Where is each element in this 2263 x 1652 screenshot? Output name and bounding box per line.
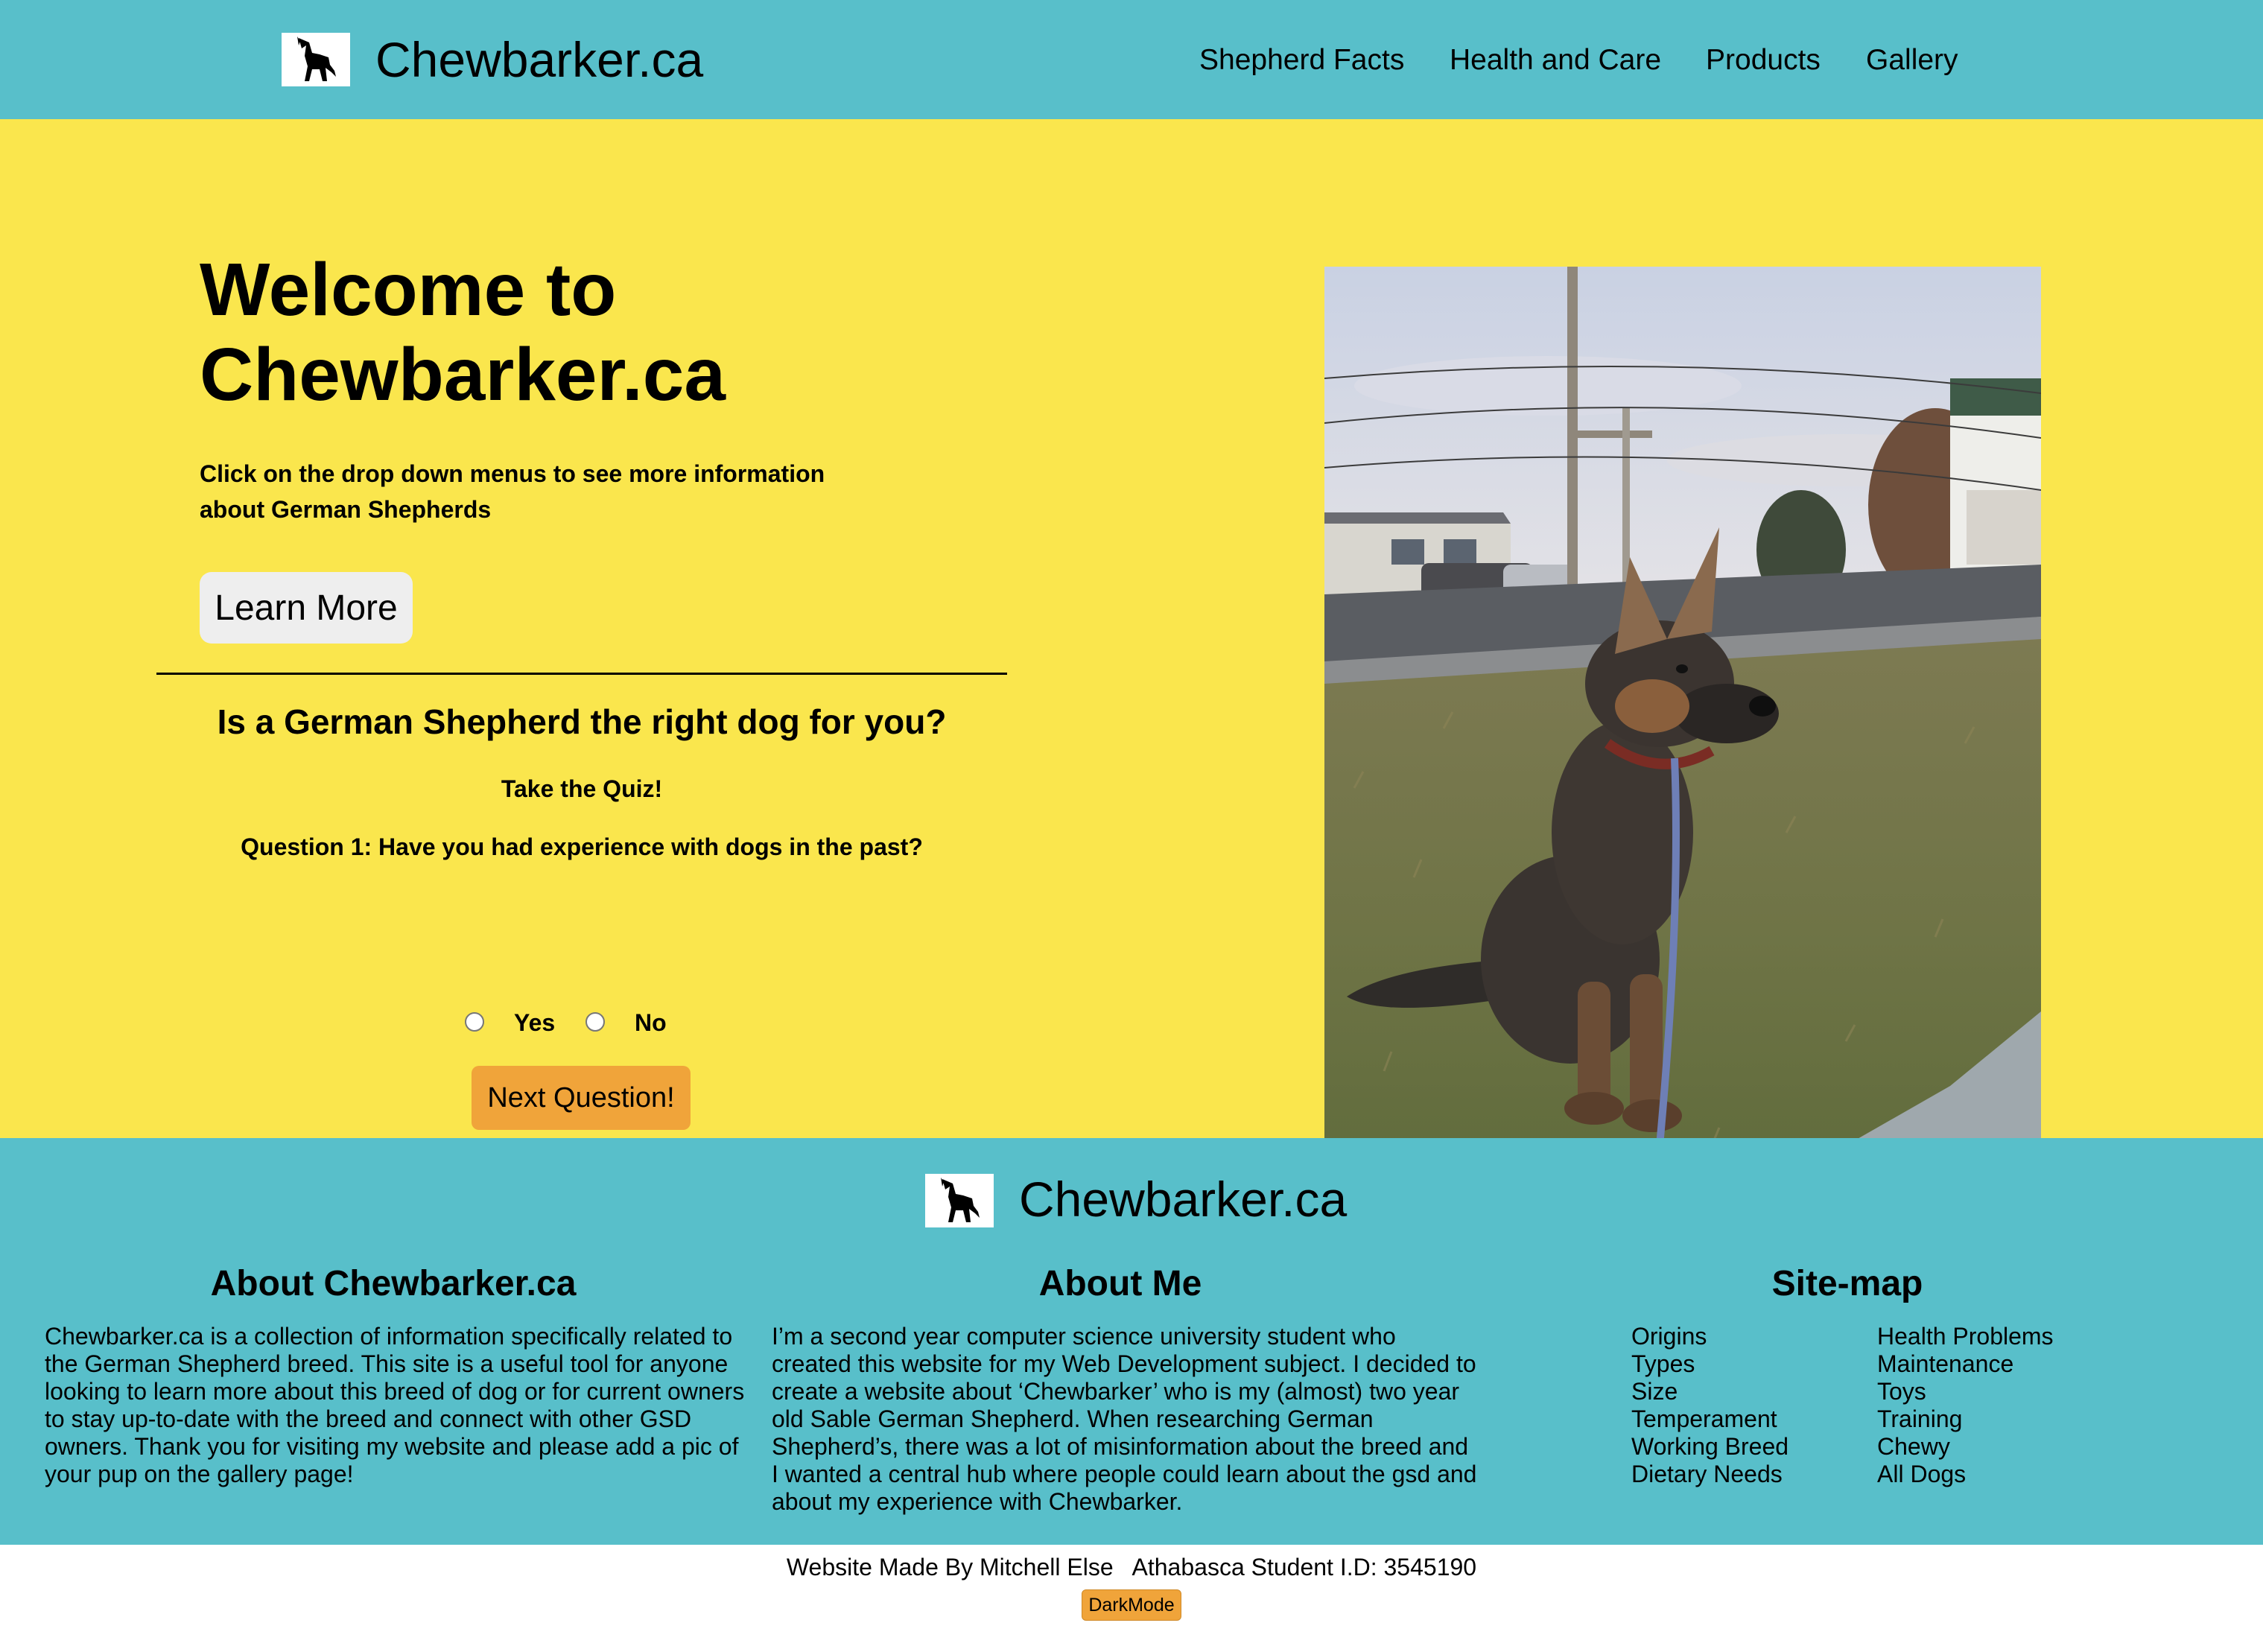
german-shepherd-silhouette-icon [297,36,336,81]
sitemap-link-size[interactable]: Size [1631,1378,1855,1405]
sitemap-link-chewy[interactable]: Chewy [1877,1433,2145,1461]
hero-section: Welcome to Chewbarker.ca Click on the dr… [0,119,2263,1221]
site-header: Chewbarker.ca Shepherd Facts Health and … [0,0,2263,119]
header-brand[interactable]: Chewbarker.ca [375,27,703,92]
quiz-title: Is a German Shepherd the right dog for y… [217,702,947,741]
learn-more-button[interactable]: Learn More [200,572,413,644]
footer-brand[interactable]: Chewbarker.ca [1019,1166,1347,1232]
quiz-radio-yes[interactable] [465,1012,484,1032]
site-credit: Website Made By Mitchell Else Athabasca … [786,1554,1477,1580]
sitemap-left-list: Origins Types Size Temperament Working B… [1631,1323,1855,1488]
quiz-label-no: No [635,1009,667,1036]
sitemap-heading: Site-map [1771,1264,1923,1303]
hero-subtitle: Click on the drop down menus to see more… [200,460,825,523]
about-me-text: I’m a second year computer science unive… [772,1323,1477,1515]
sitemap-link-working-breed[interactable]: Working Breed [1631,1433,1855,1461]
about-site-text: Chewbarker.ca is a collection of informa… [45,1323,745,1487]
sitemap-link-toys[interactable]: Toys [1877,1378,2145,1405]
sitemap-link-training[interactable]: Training [1877,1405,2145,1433]
sitemap-link-types[interactable]: Types [1631,1350,1855,1378]
hero-divider [156,673,1007,675]
sitemap-right-list: Health Problems Maintenance Toys Trainin… [1877,1323,2145,1488]
dark-mode-button[interactable]: DarkMode [1082,1589,1181,1621]
nav-gallery[interactable]: Gallery [1866,36,1958,85]
sitemap-link-all-dogs[interactable]: All Dogs [1877,1461,2145,1488]
german-shepherd-puppy-photo [1324,267,2041,1221]
sitemap-link-maintenance[interactable]: Maintenance [1877,1350,2145,1378]
about-site-heading: About Chewbarker.ca [210,1264,577,1303]
about-me-heading: About Me [1038,1264,1202,1303]
nav-health-and-care[interactable]: Health and Care [1450,36,1661,85]
german-shepherd-silhouette-icon [941,1178,980,1222]
sitemap-link-temperament[interactable]: Temperament [1631,1405,1855,1433]
puppy-photo-illustration [1324,267,2041,1221]
quiz-take-label: Take the Quiz! [501,775,663,802]
footer-logo[interactable] [925,1174,994,1227]
quiz-question: Question 1: Have you had experience with… [241,833,923,860]
quiz-radio-no[interactable] [585,1012,605,1032]
quiz-label-yes: Yes [514,1009,556,1036]
site-footer: Chewbarker.ca About Chewbarker.ca Chewba… [0,1138,2263,1545]
next-question-button[interactable]: Next Question! [472,1066,691,1130]
hero-title: Welcome to Chewbarker.ca [200,248,726,416]
sitemap-link-health-problems[interactable]: Health Problems [1877,1323,2145,1350]
header-logo[interactable] [282,33,350,86]
sitemap-link-dietary-needs[interactable]: Dietary Needs [1631,1461,1855,1488]
nav-products[interactable]: Products [1706,36,1821,85]
sitemap-link-origins[interactable]: Origins [1631,1323,1855,1350]
nav-shepherd-facts[interactable]: Shepherd Facts [1199,36,1404,85]
